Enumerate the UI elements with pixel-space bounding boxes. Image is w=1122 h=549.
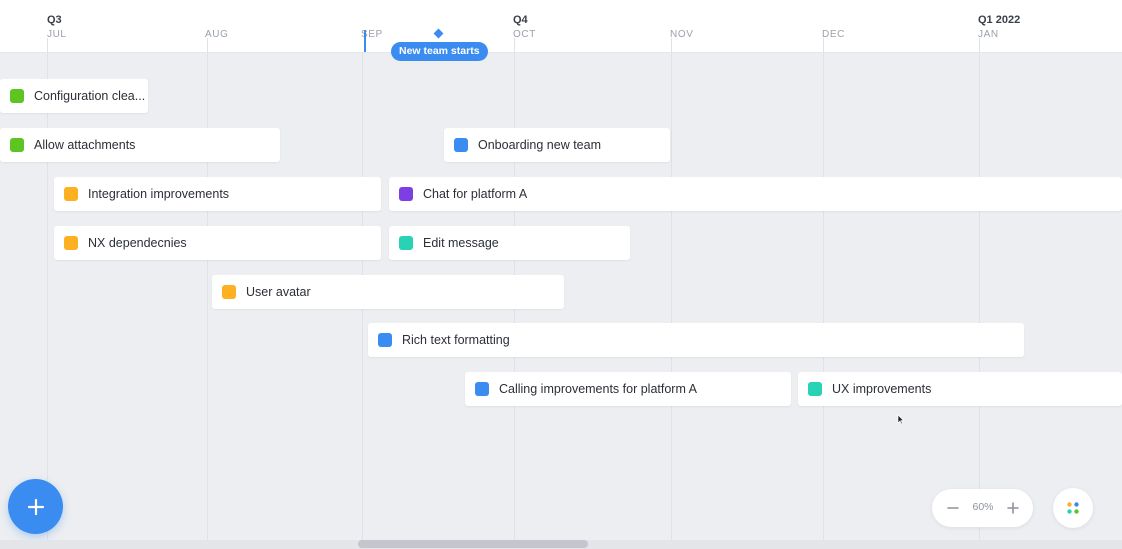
color-swatch [454,138,468,152]
month-tick [671,38,672,52]
roadmap-card[interactable]: Edit message [389,226,630,260]
roadmap-card[interactable]: Allow attachments [0,128,280,162]
grid-line [207,52,208,549]
roadmap-card[interactable]: Integration improvements [54,177,381,211]
month-tick [514,38,515,52]
zoom-out-button[interactable] [945,500,961,516]
card-label: Rich text formatting [402,333,510,347]
roadmap-card[interactable]: Onboarding new team [444,128,670,162]
month-tick [823,38,824,52]
card-label: Calling improvements for platform A [499,382,697,396]
zoom-control: 60% [932,489,1033,527]
apps-dots-icon [1067,502,1079,514]
card-label: Chat for platform A [423,187,528,201]
roadmap-card[interactable]: UX improvements [798,372,1122,406]
color-swatch [10,89,24,103]
card-label: Edit message [423,236,499,250]
milestone-label[interactable]: New team starts [391,42,488,61]
month-tick [47,38,48,52]
card-label: Allow attachments [34,138,136,152]
quarter-label: Q1 2022 [978,14,1021,26]
color-swatch [10,138,24,152]
quarter-label: Q4 [513,14,528,26]
roadmap-card[interactable]: Calling improvements for platform A [465,372,791,406]
plus-icon [27,498,44,515]
month-tick [207,38,208,52]
month-label: JUL [47,29,67,40]
color-swatch [475,382,489,396]
mouse-cursor-icon [897,414,905,425]
grid-line [671,52,672,549]
month-label: AUG [205,29,229,40]
card-label: Integration improvements [88,187,230,201]
color-swatch [808,382,822,396]
grid-line [47,52,48,549]
color-swatch [222,285,236,299]
zoom-in-button[interactable] [1005,500,1021,516]
timeline-header: Q3 Q4 Q1 2022 JUL AUG SEP OCT NOV DEC JA… [0,0,1122,53]
grid-line [979,52,980,549]
roadmap-card[interactable]: User avatar [212,275,564,309]
month-label: JAN [978,29,999,40]
roadmap-card[interactable]: Rich text formatting [368,323,1024,357]
minus-icon [947,507,959,509]
color-swatch [64,187,78,201]
color-swatch [399,236,413,250]
scrollbar-thumb[interactable] [358,540,588,548]
apps-button[interactable] [1053,488,1093,528]
color-swatch [378,333,392,347]
month-tick [979,38,980,52]
card-label: Configuration clea... [34,89,146,103]
grid-line [823,52,824,549]
month-label: NOV [670,29,694,40]
today-marker [364,30,366,52]
card-label: Onboarding new team [478,138,601,152]
zoom-level: 60% [972,501,994,513]
color-swatch [399,187,413,201]
month-label: OCT [513,29,536,40]
quarter-label: Q3 [47,14,62,26]
card-label: UX improvements [832,382,932,396]
card-label: User avatar [246,285,311,299]
plus-icon [1007,502,1019,514]
color-swatch [64,236,78,250]
roadmap-card[interactable]: Configuration clea... [0,79,148,113]
card-label: NX dependecnies [88,236,187,250]
roadmap-card[interactable]: NX dependecnies [54,226,381,260]
month-label: DEC [822,29,845,40]
roadmap-card[interactable]: Chat for platform A [389,177,1122,211]
add-item-button[interactable] [8,479,63,534]
